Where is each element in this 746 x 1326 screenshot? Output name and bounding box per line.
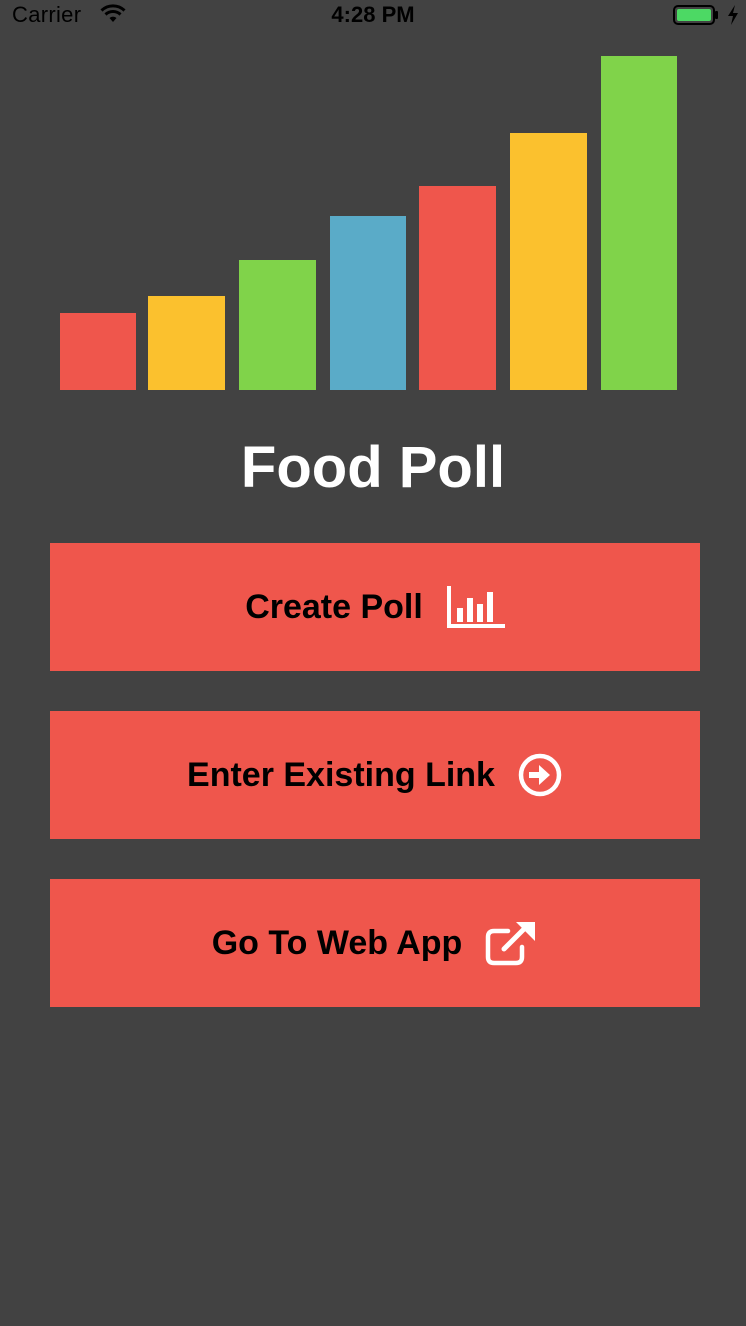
logo-bar	[60, 313, 136, 390]
logo-bar	[330, 216, 406, 390]
logo-bar	[419, 186, 496, 390]
enter-existing-link-button[interactable]: Enter Existing Link	[50, 711, 700, 839]
enter-existing-link-label: Enter Existing Link	[187, 755, 495, 794]
go-to-web-app-label: Go To Web App	[211, 923, 463, 962]
arrow-circle-right-icon	[518, 753, 562, 797]
logo-bar	[239, 260, 316, 390]
logo-bar	[148, 296, 225, 390]
go-to-web-app-button[interactable]: Go To Web App	[50, 879, 700, 1007]
logo-bar	[510, 133, 587, 390]
bar-chart-icon	[446, 586, 505, 628]
external-link-icon	[486, 922, 536, 966]
logo-bar-chart	[60, 56, 677, 390]
create-poll-button[interactable]: Create Poll	[50, 543, 700, 671]
create-poll-label: Create Poll	[245, 587, 423, 626]
logo-bar	[601, 56, 677, 390]
app-title: Food Poll	[240, 435, 506, 500]
